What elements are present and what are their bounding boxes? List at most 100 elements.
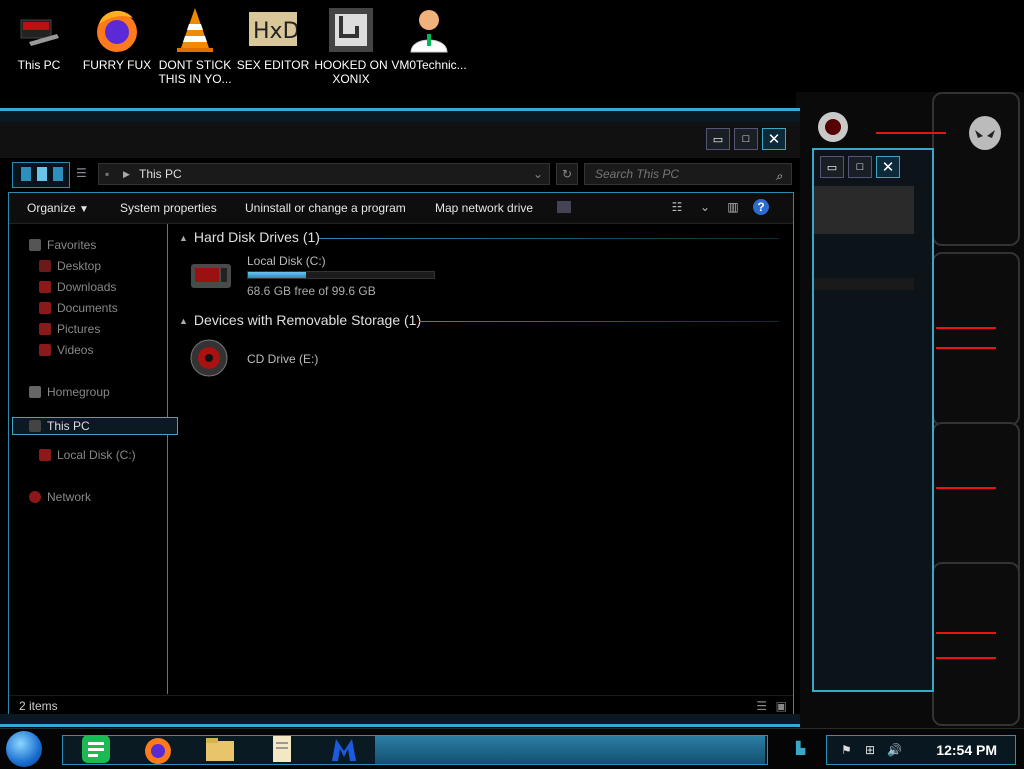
large-icons-view-icon[interactable]: ▣ <box>776 699 787 713</box>
start-button[interactable] <box>6 731 42 767</box>
flag-icon[interactable]: ⚑ <box>841 743 855 757</box>
command-bar: Organize ▼ System properties Uninstall o… <box>9 193 793 224</box>
drive-free-space: 68.6 GB free of 99.6 GB <box>247 284 376 298</box>
computer-icon <box>15 6 63 54</box>
nav-pictures[interactable]: Pictures <box>39 322 100 336</box>
address-path[interactable]: This PC <box>139 164 182 184</box>
firefox-icon[interactable] <box>142 733 174 765</box>
background-window[interactable]: ▭ □ ✕ <box>812 148 934 692</box>
desktop-icon-furry-fux[interactable]: FURRY FUX <box>78 6 156 72</box>
clock[interactable]: 12:54 PM <box>936 742 997 758</box>
running-apps-area[interactable] <box>375 736 765 764</box>
address-bar[interactable]: ▪ ▶ This PC ⌄ <box>98 163 550 185</box>
collapse-triangle-icon[interactable]: ▲ <box>179 316 188 326</box>
firefox-icon <box>93 6 141 54</box>
collapse-triangle-icon[interactable]: ▲ <box>179 233 188 243</box>
folder-icon[interactable] <box>204 733 236 765</box>
close-button[interactable]: ✕ <box>876 156 900 178</box>
nav-documents[interactable]: Documents <box>39 301 118 315</box>
drive-icon <box>39 449 51 461</box>
alien-head-icon <box>969 116 1001 150</box>
organize-button[interactable]: Organize ▼ <box>27 201 89 215</box>
desktop-icon-sex-editor[interactable]: HxD SEX EDITOR <box>234 6 312 72</box>
forward-arrow-icon[interactable] <box>37 167 47 181</box>
vlc-cone-icon <box>171 6 219 54</box>
network-icon[interactable]: ⊞ <box>865 743 879 757</box>
nav-favorites[interactable]: Favorites <box>29 238 96 252</box>
desktop-icon-vm0technic[interactable]: VM0Technic... <box>390 6 468 72</box>
refresh-button[interactable]: ↻ <box>556 163 578 185</box>
details-view-icon[interactable]: ☰ <box>756 699 767 713</box>
address-row: ☰ ▪ ▶ This PC ⌄ ↻ ⌕ <box>8 162 792 188</box>
explorer-window[interactable]: ▭ □ ✕ ☰ ▪ ▶ This PC ⌄ ↻ ⌕ Organize ▼ Sys… <box>0 108 800 727</box>
hud-panel <box>932 252 1020 426</box>
navigation-pane: Favorites Desktop Downloads Documents Pi… <box>9 224 178 694</box>
panel-block <box>814 186 914 234</box>
back-forward-buttons[interactable] <box>12 162 70 188</box>
chevron-down-icon[interactable]: ⌄ <box>697 199 713 215</box>
system-properties-button[interactable]: System properties <box>120 201 217 215</box>
desktop-icon-xonix[interactable]: HOOKED ON XONIX <box>312 6 390 86</box>
desktop-icon <box>39 260 51 272</box>
recent-locations-icon[interactable]: ☰ <box>76 166 90 180</box>
close-button[interactable]: ✕ <box>762 128 786 150</box>
group-header-hdd[interactable]: ▲ Hard Disk Drives (1) <box>179 229 320 245</box>
nav-downloads[interactable]: Downloads <box>39 280 116 294</box>
group-divider <box>419 321 779 322</box>
drive-item-e[interactable]: CD Drive (E:) <box>189 336 389 380</box>
restore-button[interactable]: ▭ <box>706 128 730 150</box>
computer-icon: ▪ <box>105 167 110 181</box>
nav-local-disk[interactable]: Local Disk (C:) <box>39 448 136 462</box>
notification-icon[interactable]: ▙ <box>796 741 810 755</box>
chevron-down-icon: ▼ <box>79 204 89 215</box>
help-icon[interactable]: ? <box>753 199 769 215</box>
maximize-button[interactable]: □ <box>848 156 872 178</box>
homegroup-icon <box>29 386 41 398</box>
back-arrow-icon[interactable] <box>21 167 31 181</box>
volume-icon[interactable]: 🔊 <box>887 743 902 757</box>
pictures-icon <box>39 323 51 335</box>
nav-network[interactable]: Network <box>29 490 91 504</box>
sheets-app-icon[interactable] <box>80 733 112 765</box>
search-input[interactable] <box>593 166 767 182</box>
nav-this-pc[interactable]: This PC <box>12 417 178 435</box>
drive-usage-fill <box>248 272 306 278</box>
desktop-icon-this-pc[interactable]: This PC <box>0 6 78 72</box>
panel-block <box>814 278 914 290</box>
desktop-icon-vlc[interactable]: DONT STICK THIS IN YO... <box>156 6 234 86</box>
nav-desktop[interactable]: Desktop <box>39 259 101 273</box>
computer-icon <box>29 420 41 432</box>
maximize-button[interactable]: □ <box>734 128 758 150</box>
search-box[interactable]: ⌕ <box>584 163 792 185</box>
drive-item-c[interactable]: Local Disk (C:) 68.6 GB free of 99.6 GB <box>189 254 469 300</box>
change-view-icon[interactable]: ☷ <box>669 199 685 215</box>
title-bar[interactable]: ▭ □ ✕ <box>0 122 800 158</box>
alien-head-icon <box>818 112 848 142</box>
hud-bar <box>936 657 996 659</box>
uninstall-program-button[interactable]: Uninstall or change a program <box>245 201 406 215</box>
documents-icon <box>39 302 51 314</box>
hud-bar <box>936 632 996 634</box>
search-icon[interactable]: ⌕ <box>771 166 787 183</box>
restore-button[interactable]: ▭ <box>820 156 844 178</box>
videos-icon <box>39 344 51 356</box>
overflow-icon[interactable] <box>557 201 571 213</box>
hud-bar <box>936 487 996 489</box>
hard-drive-icon <box>191 264 231 288</box>
window-frame <box>0 714 800 727</box>
malwarebytes-icon[interactable] <box>328 733 360 765</box>
item-count: 2 items <box>19 699 58 713</box>
chevron-down-icon[interactable]: ⌄ <box>533 164 543 184</box>
history-icon[interactable] <box>53 167 63 181</box>
downloads-icon <box>39 281 51 293</box>
preview-pane-icon[interactable]: ▥ <box>725 199 741 215</box>
nav-videos[interactable]: Videos <box>39 343 93 357</box>
nav-homegroup[interactable]: Homegroup <box>29 385 110 399</box>
drive-name: Local Disk (C:) <box>247 254 326 268</box>
taskbar: ▙ ⚑ ⊞ 🔊 12:54 PM <box>0 728 1024 769</box>
notepad-icon[interactable] <box>266 733 298 765</box>
map-network-drive-button[interactable]: Map network drive <box>435 201 533 215</box>
group-header-removable[interactable]: ▲ Devices with Removable Storage (1) <box>179 312 421 328</box>
hud-bar <box>876 132 946 134</box>
file-view: ▲ Hard Disk Drives (1) Local Disk (C:) 68… <box>169 224 791 694</box>
